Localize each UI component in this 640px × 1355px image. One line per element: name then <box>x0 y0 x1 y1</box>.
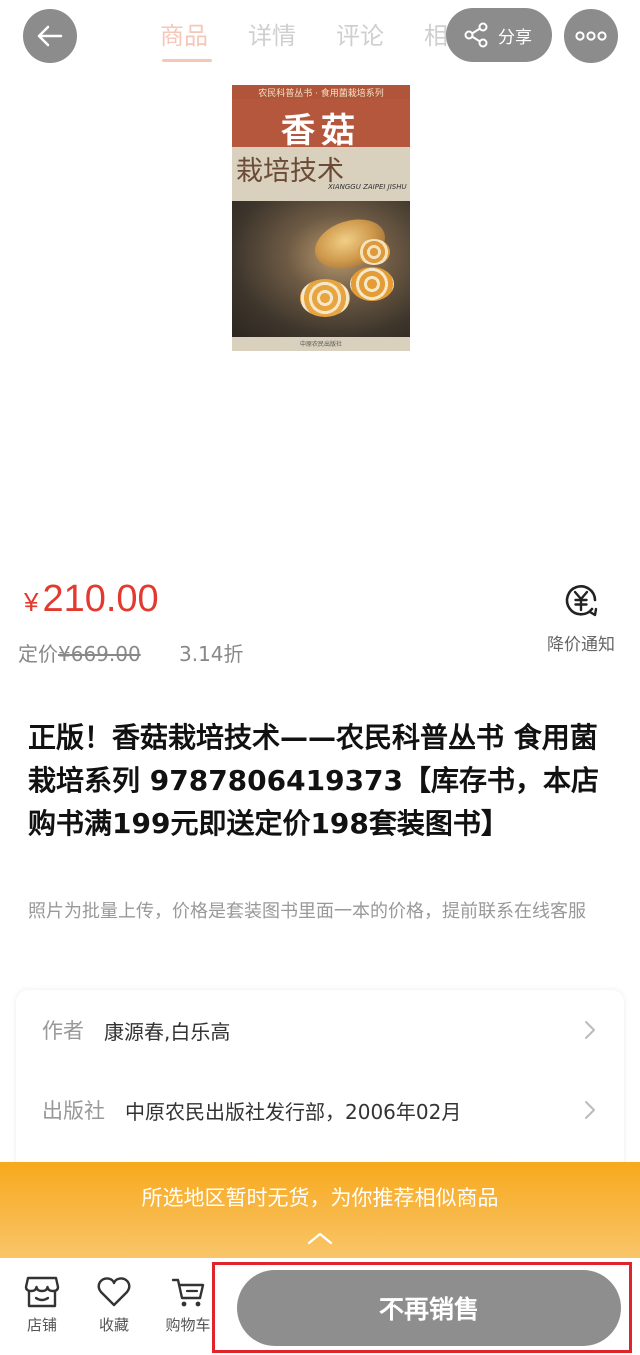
chevron-up-icon <box>307 1232 333 1245</box>
chevron-right-icon <box>585 1021 595 1039</box>
tab-reviews[interactable]: 评论 <box>336 14 424 58</box>
out-of-stock-banner[interactable]: 所选地区暂时无货，为你推荐相似商品 <box>0 1162 640 1258</box>
cover-title: 香菇 <box>281 111 361 151</box>
top-bar: 商品 详情 评论 相关 分享 <box>0 0 640 76</box>
discount-badge: 3.14折 <box>179 642 244 666</box>
nav-store-label: 店铺 <box>26 1316 57 1334</box>
mushroom-shape <box>350 267 394 301</box>
cover-series-text: 农民科普丛书 · 食用菌栽培系列 <box>258 89 384 99</box>
attribute-row-publisher[interactable]: 出版社 中原农民出版社发行部，2006年02月 <box>16 1080 624 1140</box>
chevron-right-icon <box>585 1101 595 1119</box>
mushroom-photo <box>232 201 410 337</box>
attribute-key: 出版社 <box>42 1099 105 1123</box>
more-button[interactable] <box>564 9 618 63</box>
tab-details[interactable]: 详情 <box>248 14 336 58</box>
cover-pinyin: XIANGGU ZAIPEI JISHU <box>328 183 407 191</box>
attribute-key: 作者 <box>42 1019 84 1043</box>
attributes-card: 作者 康源春,白乐高 出版社 中原农民出版社发行部，2006年02月 <box>16 990 624 1170</box>
currency-symbol: ¥ <box>24 587 39 617</box>
list-price-label: 定价 <box>18 642 58 666</box>
back-arrow-icon <box>37 25 63 47</box>
price-drop-notify-button[interactable]: 降价通知 <box>538 582 624 655</box>
more-dots-icon <box>575 31 607 41</box>
nav-favorite[interactable]: 收藏 <box>82 1274 146 1335</box>
share-icon <box>464 22 488 48</box>
nav-cart-label: 购物车 <box>165 1316 211 1334</box>
attribute-row-author[interactable]: 作者 康源春,白乐高 <box>16 1000 624 1060</box>
cart-icon <box>171 1278 205 1307</box>
product-title: 正版！香菇栽培技术——农民科普丛书 食用菌栽培系列 9787806419373【… <box>28 721 600 840</box>
current-price: ¥210.00 <box>24 578 159 621</box>
cover-publisher: 中原农民出版社 <box>299 341 342 348</box>
nav-store[interactable]: 店铺 <box>10 1274 74 1335</box>
list-price-value: ¥669.00 <box>58 642 141 666</box>
back-button[interactable] <box>23 9 77 63</box>
discontinued-button[interactable]: 不再销售 <box>237 1270 621 1346</box>
tab-product[interactable]: 商品 <box>160 14 248 62</box>
banner-text: 所选地区暂时无货，为你推荐相似商品 <box>141 1186 499 1210</box>
list-price: 定价¥669.00 <box>18 638 141 667</box>
current-price-value: 210.00 <box>42 578 159 620</box>
share-button[interactable]: 分享 <box>446 8 552 62</box>
mushroom-shape <box>300 279 350 317</box>
attribute-value: 康源春,白乐高 <box>104 1019 231 1044</box>
product-subtitle: 照片为批量上传，价格是套装图书里面一本的价格，提前联系在线客服 <box>28 901 586 922</box>
product-image[interactable]: 农民科普丛书 · 食用菌栽培系列 香菇 栽培技术 XIANGGU ZAIPEI … <box>232 85 410 351</box>
nav-cart[interactable]: 购物车 <box>156 1274 220 1335</box>
attribute-value: 中原农民出版社发行部，2006年02月 <box>125 1099 462 1124</box>
highlight-box: 不再销售 <box>212 1262 632 1353</box>
share-label: 分享 <box>498 27 532 48</box>
heart-icon <box>97 1277 131 1307</box>
mushroom-shape <box>358 239 390 265</box>
price-drop-icon <box>565 585 598 617</box>
store-icon <box>24 1276 60 1308</box>
price-drop-label: 降价通知 <box>547 635 615 655</box>
nav-favorite-label: 收藏 <box>98 1316 129 1334</box>
